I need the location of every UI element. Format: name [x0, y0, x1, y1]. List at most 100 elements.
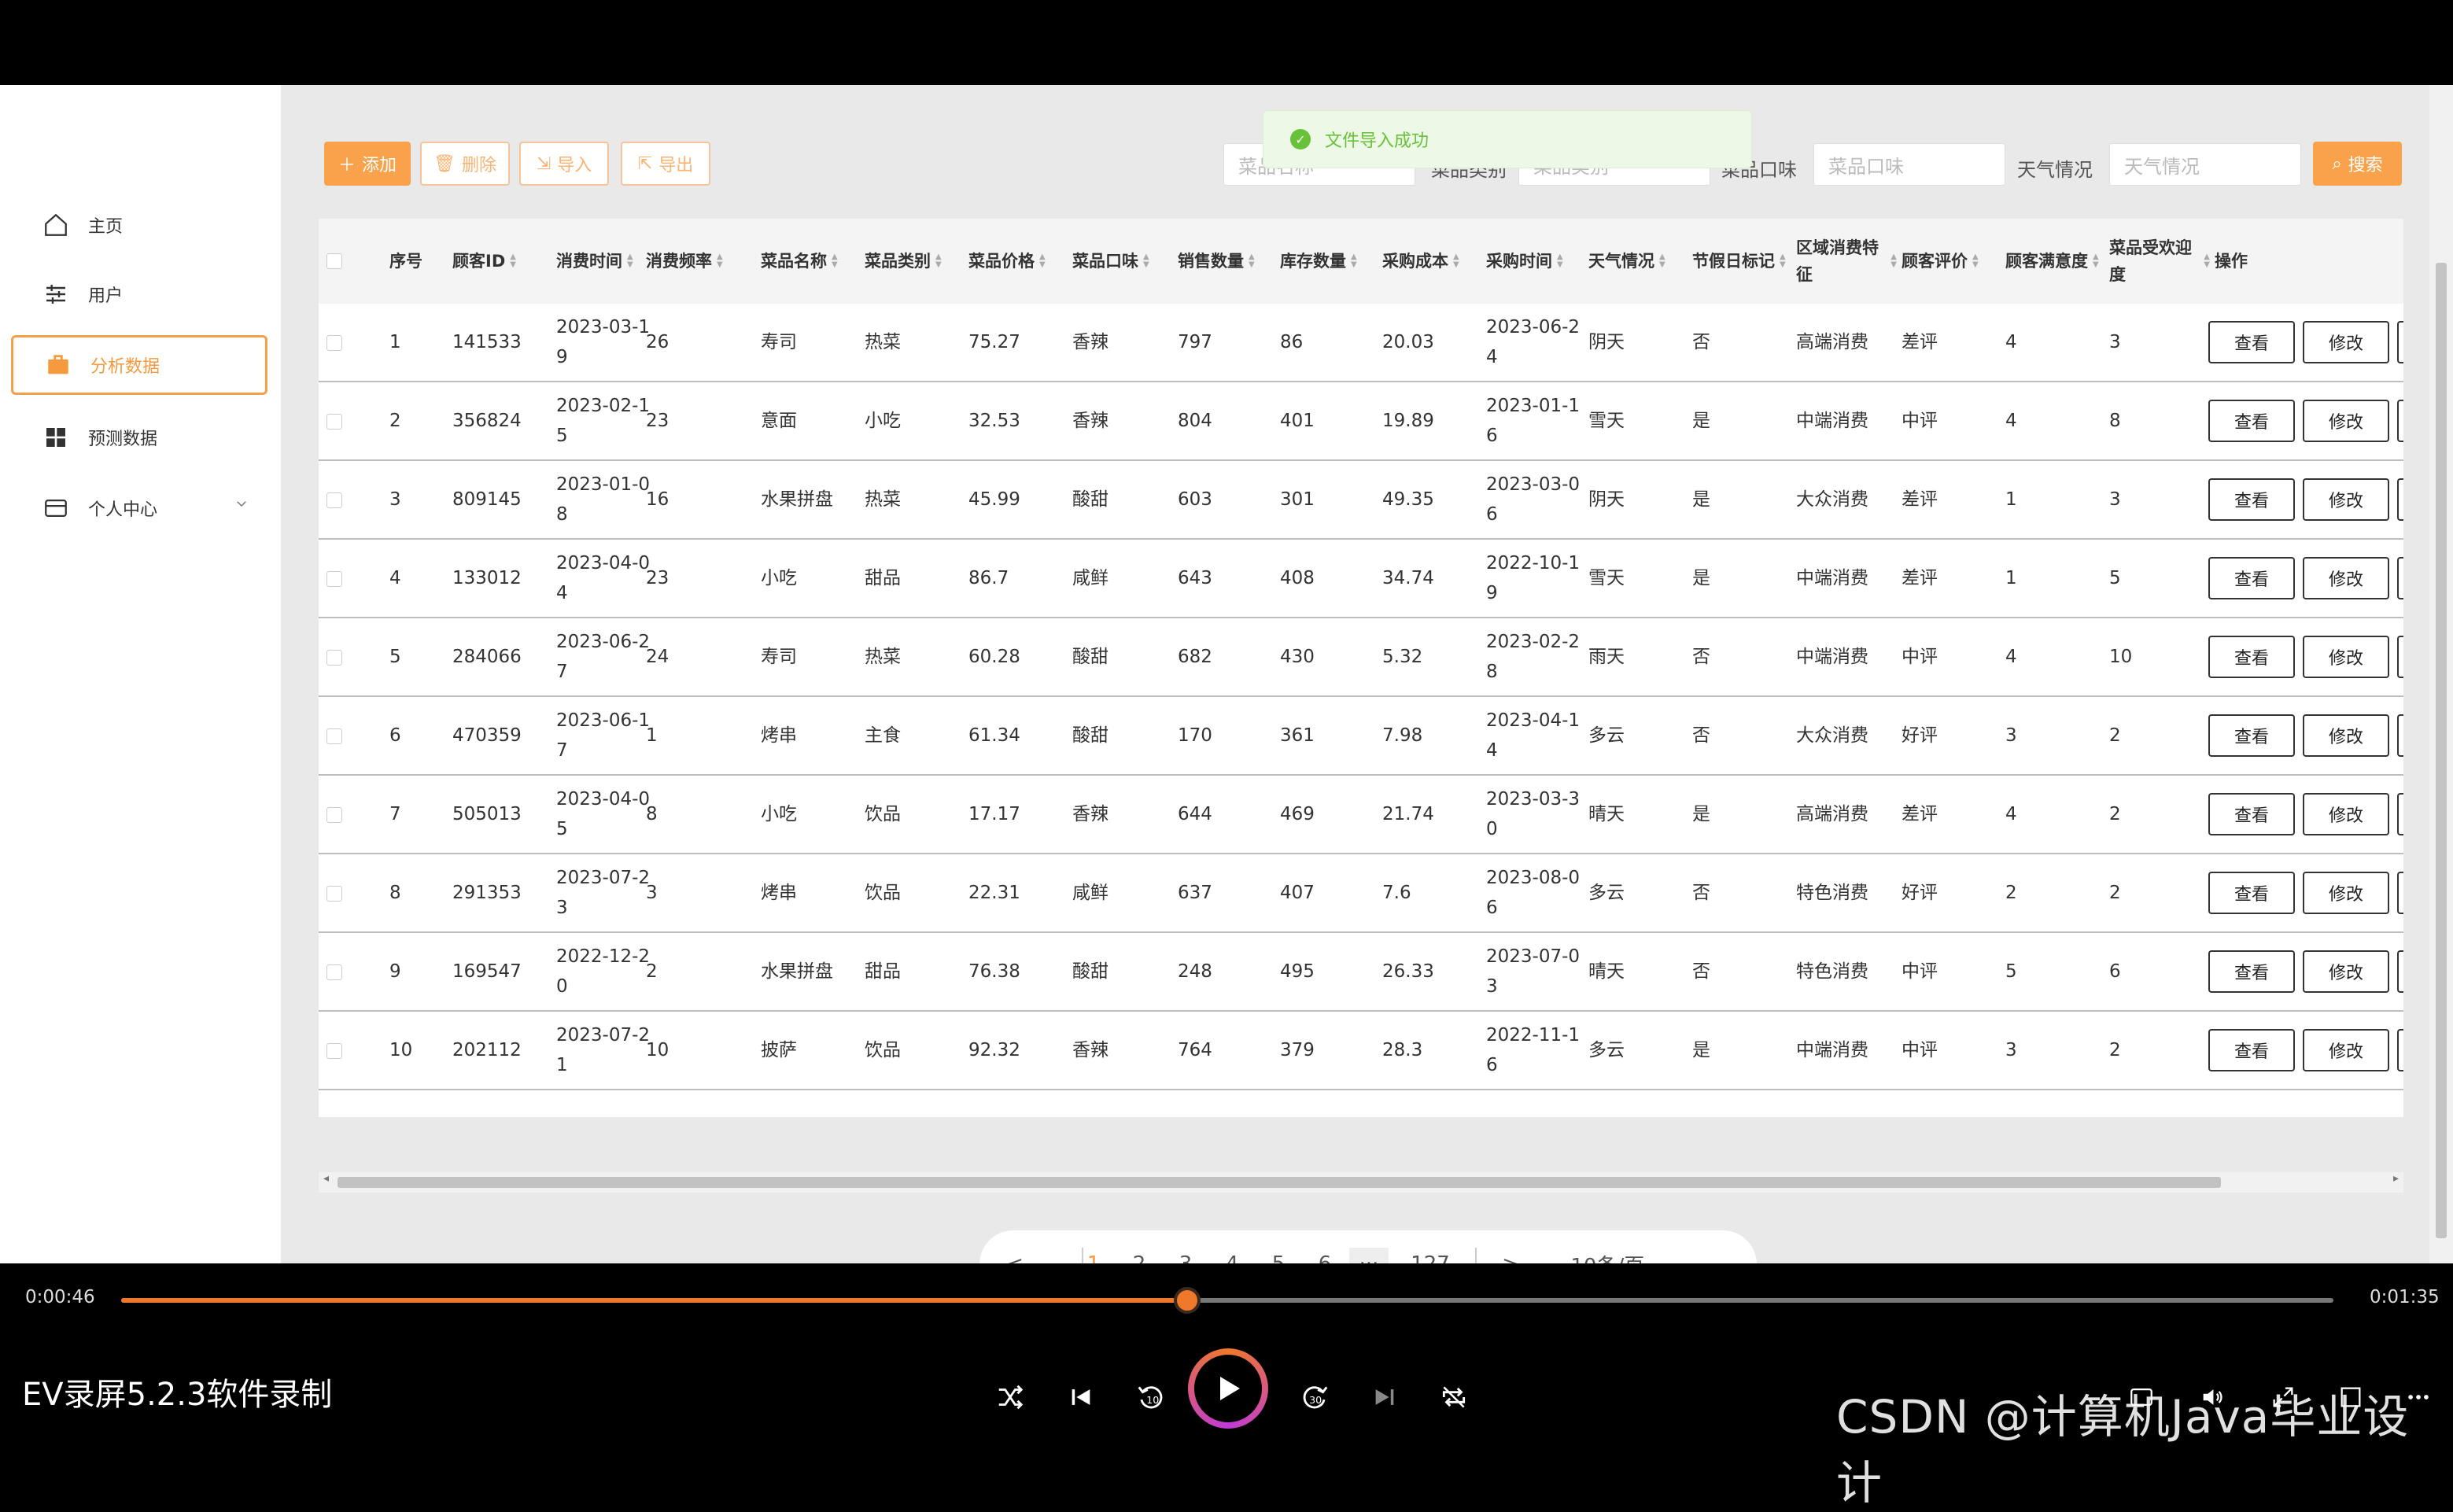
rewind-10-icon[interactable]: 10	[1133, 1380, 1167, 1414]
next-icon[interactable]	[1367, 1380, 1402, 1414]
view-button[interactable]: 查看	[2208, 400, 2295, 442]
sort-icon[interactable]: ▲ ▼	[2093, 253, 2099, 269]
row-checkbox[interactable]	[326, 414, 342, 430]
sort-icon[interactable]: ▲ ▼	[1453, 253, 1459, 269]
view-button[interactable]: 查看	[2208, 636, 2295, 678]
column-header[interactable]: 消费频率 ▲ ▼	[646, 219, 756, 304]
column-header[interactable]: 菜品口味 ▲ ▼	[1072, 219, 1173, 304]
view-button[interactable]: 查看	[2208, 714, 2295, 757]
view-button[interactable]: 查看	[2208, 793, 2295, 835]
column-header[interactable]: 顾客ID ▲ ▼	[452, 219, 551, 304]
progress-handle[interactable]	[1174, 1287, 1201, 1314]
column-header[interactable]: 区域消费特征 ▲ ▼	[1796, 219, 1897, 304]
sort-icon[interactable]: ▲ ▼	[627, 253, 633, 269]
row-checkbox[interactable]	[326, 964, 342, 980]
edit-button[interactable]: 修改	[2303, 557, 2389, 599]
delete-button[interactable]: 🗑 删除	[420, 142, 510, 186]
column-header[interactable]: 天气情况 ▲ ▼	[1588, 219, 1688, 304]
edit-button[interactable]: 修改	[2303, 872, 2389, 914]
sort-icon[interactable]: ▲ ▼	[510, 253, 516, 269]
edit-button[interactable]: 修改	[2303, 478, 2389, 521]
sidebar-item-analysis[interactable]: 分析数据	[11, 335, 267, 395]
repeat-icon[interactable]	[1437, 1380, 1471, 1414]
sidebar-item-users[interactable]: 用户	[11, 264, 267, 324]
delete-row-button[interactable]	[2397, 793, 2403, 835]
view-button[interactable]: 查看	[2208, 950, 2295, 993]
export-button[interactable]: ⇱ 导出	[621, 142, 710, 186]
sidebar-item-home[interactable]: 主页	[11, 195, 267, 255]
import-button[interactable]: ⇲ 导入	[519, 142, 609, 186]
column-header[interactable]: 顾客满意度 ▲ ▼	[2005, 219, 2104, 304]
view-button[interactable]: 查看	[2208, 478, 2295, 521]
scrollbar-thumb[interactable]	[2436, 263, 2447, 1238]
play-button[interactable]	[1188, 1348, 1268, 1429]
scroll-right-icon[interactable]: ▸	[2393, 1172, 2399, 1185]
sort-icon[interactable]: ▲ ▼	[1972, 253, 1979, 269]
sort-icon[interactable]: ▲ ▼	[1557, 253, 1563, 269]
shuffle-icon[interactable]	[993, 1380, 1027, 1414]
scroll-left-icon[interactable]: ◂	[323, 1172, 329, 1185]
delete-row-button[interactable]	[2397, 400, 2403, 442]
row-checkbox[interactable]	[326, 492, 342, 508]
select-all-checkbox[interactable]	[326, 253, 342, 269]
forward-30-icon[interactable]: 30	[1298, 1380, 1333, 1414]
row-checkbox[interactable]	[326, 571, 342, 587]
add-button[interactable]: ＋添加	[324, 142, 411, 186]
column-header[interactable]: 菜品类别 ▲ ▼	[865, 219, 964, 304]
sort-icon[interactable]: ▲ ▼	[1890, 253, 1897, 269]
column-header[interactable]: 采购成本 ▲ ▼	[1382, 219, 1481, 304]
column-header[interactable]: 库存数量 ▲ ▼	[1280, 219, 1378, 304]
sort-icon[interactable]: ▲ ▼	[1351, 253, 1357, 269]
search-button[interactable]: ⌕ 搜索	[2313, 142, 2402, 186]
row-checkbox[interactable]	[326, 886, 342, 902]
edit-button[interactable]: 修改	[2303, 714, 2389, 757]
edit-button[interactable]: 修改	[2303, 1029, 2389, 1071]
column-header[interactable]: 菜品价格 ▲ ▼	[968, 219, 1068, 304]
row-checkbox[interactable]	[326, 335, 342, 351]
column-header[interactable]: 消费时间 ▲ ▼	[556, 219, 641, 304]
column-header[interactable]: 采购时间 ▲ ▼	[1486, 219, 1584, 304]
delete-row-button[interactable]	[2397, 557, 2403, 599]
sort-icon[interactable]: ▲ ▼	[1143, 253, 1149, 269]
delete-row-button[interactable]	[2397, 1029, 2403, 1071]
row-checkbox[interactable]	[326, 1043, 342, 1059]
edit-button[interactable]: 修改	[2303, 950, 2389, 993]
sidebar-item-prediction[interactable]: 预测数据	[11, 408, 267, 467]
view-button[interactable]: 查看	[2208, 321, 2295, 363]
view-button[interactable]: 查看	[2208, 557, 2295, 599]
column-header[interactable]: 菜品名称 ▲ ▼	[761, 219, 860, 304]
view-button[interactable]: 查看	[2208, 872, 2295, 914]
delete-row-button[interactable]	[2397, 321, 2403, 363]
weather-input[interactable]: 天气情况	[2109, 143, 2301, 186]
sort-icon[interactable]: ▲ ▼	[935, 253, 942, 269]
edit-button[interactable]: 修改	[2303, 636, 2389, 678]
sort-icon[interactable]: ▲ ▼	[1249, 253, 1255, 269]
column-header[interactable]: 顾客评价 ▲ ▼	[1902, 219, 2001, 304]
horizontal-scrollbar[interactable]: ◂ ▸	[319, 1172, 2403, 1193]
delete-row-button[interactable]	[2397, 636, 2403, 678]
sort-icon[interactable]: ▲ ▼	[1780, 253, 1786, 269]
view-button[interactable]: 查看	[2208, 1029, 2295, 1071]
column-header[interactable]: 销售数量 ▲ ▼	[1178, 219, 1275, 304]
sort-icon[interactable]: ▲ ▼	[1039, 253, 1046, 269]
sort-icon[interactable]: ▲ ▼	[717, 253, 723, 269]
row-checkbox[interactable]	[326, 728, 342, 744]
edit-button[interactable]: 修改	[2303, 321, 2389, 363]
vertical-scrollbar[interactable]	[2429, 85, 2453, 1263]
row-checkbox[interactable]	[326, 807, 342, 823]
edit-button[interactable]: 修改	[2303, 793, 2389, 835]
sidebar-item-profile[interactable]: 个人中心	[11, 478, 267, 538]
delete-row-button[interactable]	[2397, 714, 2403, 757]
sort-icon[interactable]: ▲ ▼	[2204, 253, 2210, 269]
previous-icon[interactable]	[1064, 1380, 1098, 1414]
edit-button[interactable]: 修改	[2303, 400, 2389, 442]
row-checkbox[interactable]	[326, 650, 342, 666]
scrollbar-thumb[interactable]	[338, 1177, 2221, 1188]
sort-icon[interactable]: ▲ ▼	[832, 253, 838, 269]
delete-row-button[interactable]	[2397, 950, 2403, 993]
taste-input[interactable]: 菜品口味	[1813, 143, 2005, 186]
column-header[interactable]: 菜品受欢迎度 ▲ ▼	[2109, 219, 2210, 304]
column-header[interactable]: 节假日标记 ▲ ▼	[1692, 219, 1791, 304]
sort-icon[interactable]: ▲ ▼	[1659, 253, 1665, 269]
delete-row-button[interactable]	[2397, 872, 2403, 914]
